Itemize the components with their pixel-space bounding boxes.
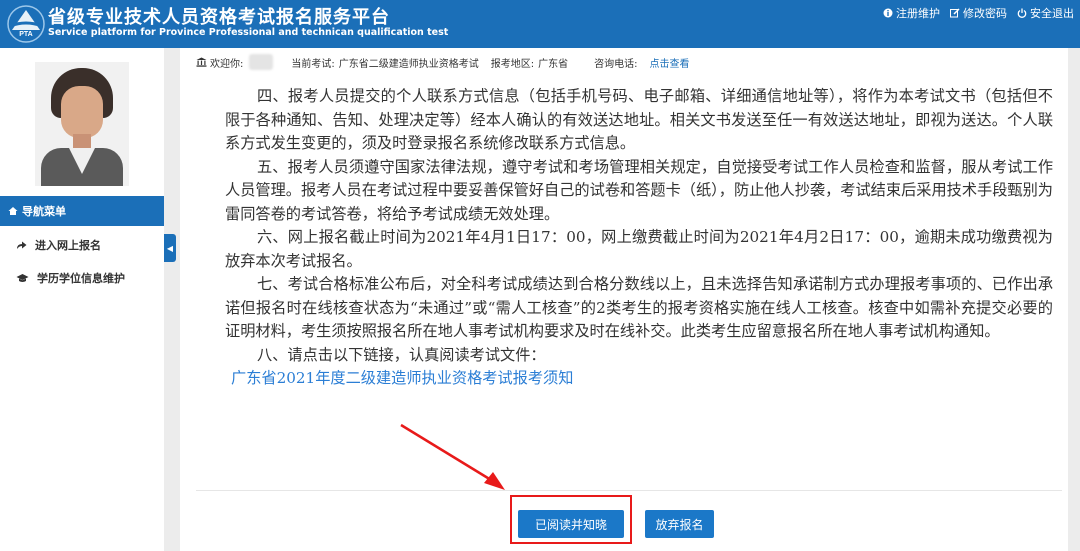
current-exam-label: 当前考试: xyxy=(291,58,335,70)
logout-label: 安全退出 xyxy=(1030,7,1074,20)
nav-menu-label: 导航菜单 xyxy=(22,205,66,218)
notice-paragraph: 八、请点击以下链接，认真阅读考试文件： xyxy=(257,345,546,364)
sidebar-item-label: 学历学位信息维护 xyxy=(37,272,125,285)
welcome-label: 欢迎你: xyxy=(210,58,244,70)
notice-paragraph: 七、考试合格标准公布后，对全科考试成绩达到合格分数线以上，且未选择告知承诺制方式… xyxy=(225,275,1053,340)
site-title: 省级专业技术人员资格考试报名服务平台 xyxy=(48,7,390,28)
bank-icon xyxy=(196,57,207,67)
annotation-highlight-box xyxy=(510,495,632,544)
divider xyxy=(196,490,1062,491)
phone-view-link[interactable]: 点击查看 xyxy=(650,55,690,70)
main-content: 欢迎你: 当前考试: 广东省二级建造师执业资格考试 报考地区: 广东省 咨询电话… xyxy=(180,48,1068,551)
sidebar-item-education-info[interactable]: 学历学位信息维护 xyxy=(0,263,164,293)
notice-paragraph: 五、报考人员须遵守国家法律法规，遵守考试和考场管理相关规定，自觉接受考试工作人员… xyxy=(225,157,1053,223)
logout-link[interactable]: 安全退出 xyxy=(1017,5,1074,21)
top-links: 注册维护 修改密码 安全退出 xyxy=(883,5,1074,21)
current-exam-value: 广东省二级建造师执业资格考试 xyxy=(338,58,479,70)
exam-notice-text: 四、报考人员提交的个人联系方式信息（包括手机号码、电子邮箱、详细通信地址等），将… xyxy=(225,85,1053,391)
notice-paragraph: 六、网上报名截止时间为2021年4月1日17：00，网上缴费截止时间为2021年… xyxy=(225,228,1053,270)
graduation-cap-icon xyxy=(16,274,29,282)
abandon-registration-button[interactable]: 放弃报名 xyxy=(645,510,714,538)
top-header: PTA 省级专业技术人员资格考试报名服务平台 Service platform … xyxy=(0,0,1080,48)
nav-menu-header: 导航菜单 xyxy=(0,196,164,226)
region-value: 广东省 xyxy=(538,58,569,70)
chevron-left-icon: ◀ xyxy=(166,243,174,253)
register-maintain-label: 注册维护 xyxy=(896,7,940,20)
sidebar-item-online-registration[interactable]: 进入网上报名 xyxy=(0,230,164,260)
region-label: 报考地区: xyxy=(490,58,535,70)
avatar xyxy=(35,62,129,186)
sidebar-collapse-toggle[interactable]: ◀ xyxy=(164,234,176,262)
sidebar: 导航菜单 进入网上报名 学历学位信息维护 xyxy=(0,48,164,551)
power-icon xyxy=(1017,8,1027,18)
sidebar-item-label: 进入网上报名 xyxy=(35,239,101,252)
logo-text: PTA xyxy=(19,31,32,38)
user-name-redacted xyxy=(249,54,274,70)
info-icon xyxy=(883,8,893,18)
exam-guide-link[interactable]: 广东省2021年度二级建造师执业资格考试报考须知 xyxy=(225,367,1053,391)
phone-label: 咨询电话: xyxy=(594,58,638,70)
edit-icon xyxy=(950,8,960,18)
home-icon xyxy=(8,207,18,215)
share-arrow-icon xyxy=(17,241,27,249)
site-subtitle: Service platform for Province Profession… xyxy=(48,27,449,38)
pta-logo: PTA xyxy=(7,5,45,43)
info-bar: 欢迎你: 当前考试: 广东省二级建造师执业资格考试 报考地区: 广东省 咨询电话… xyxy=(196,54,690,70)
register-maintain-link[interactable]: 注册维护 xyxy=(883,5,940,21)
change-password-label: 修改密码 xyxy=(963,7,1007,20)
notice-paragraph: 四、报考人员提交的个人联系方式信息（包括手机号码、电子邮箱、详细通信地址等），将… xyxy=(225,87,1053,152)
change-password-link[interactable]: 修改密码 xyxy=(950,5,1007,21)
